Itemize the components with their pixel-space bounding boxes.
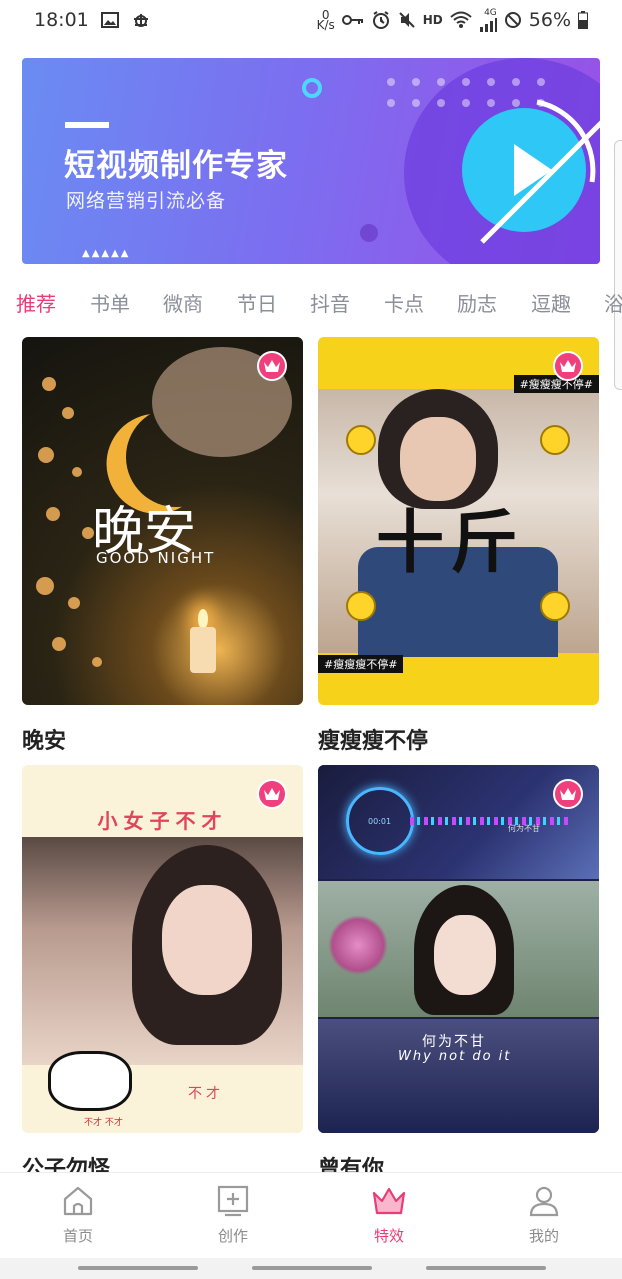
battery-percent: 56%: [528, 9, 571, 31]
system-nav-bar: [0, 1258, 622, 1279]
bottom-nav: 首页 创作 特效 我的: [0, 1172, 622, 1258]
overlay-small-text: 不才 不才: [84, 1118, 123, 1128]
panda-meme-sticker: [48, 1051, 132, 1111]
wifi-icon: [450, 11, 472, 29]
tab-funny[interactable]: 逗趣: [531, 288, 571, 317]
smiley-icon: [346, 425, 376, 455]
nav-create[interactable]: 创作: [193, 1183, 273, 1246]
template-card[interactable]: #瘦瘦瘦不停# #瘦瘦瘦不停# 十斤 瘦瘦瘦不停: [318, 337, 599, 755]
recents-gesture-pill[interactable]: [78, 1266, 198, 1270]
mute-icon: [398, 11, 416, 29]
flowers-decoration: [328, 915, 388, 975]
tab-douyin[interactable]: 抖音: [310, 288, 350, 317]
back-gesture-pill[interactable]: [426, 1266, 546, 1270]
tab-beat-sync[interactable]: 卡点: [384, 288, 424, 317]
banner-subtitle: 网络营销引流必备: [66, 190, 227, 212]
overlay-title: 小女子不才: [97, 809, 228, 833]
status-bar: 18:01 0 K/s HD 4G 56%: [0, 0, 622, 40]
tab-recommend[interactable]: 推荐: [16, 288, 56, 317]
photo-subject: [162, 885, 252, 995]
crown-icon: [349, 1183, 429, 1219]
nav-create-label: 创作: [217, 1227, 248, 1245]
vip-crown-icon: [257, 351, 287, 381]
vip-crown-icon: [553, 351, 583, 381]
template-card[interactable]: 小女子不才 不才 不才 不才 公子勿怪: [22, 765, 303, 1183]
tab-booklist[interactable]: 书单: [90, 288, 130, 317]
candle-flame: [198, 609, 208, 629]
overlay-title: 何为不甘: [422, 1034, 486, 1050]
candle: [190, 627, 216, 673]
overlay-tag-top: #瘦瘦瘦不停#: [513, 375, 599, 393]
banner-ring-decoration: [302, 78, 322, 98]
template-name: 晚安: [22, 729, 67, 754]
banner-title: 短视频制作专家: [64, 148, 288, 184]
nav-home[interactable]: 首页: [38, 1183, 118, 1246]
status-left: 18:01: [34, 9, 151, 31]
nav-effects[interactable]: 特效: [349, 1183, 429, 1246]
nav-profile-label: 我的: [528, 1227, 559, 1245]
home-icon: [38, 1183, 118, 1219]
template-card[interactable]: 晚安 GOOD NIGHT 晚安: [22, 337, 303, 755]
tab-more-partial[interactable]: 浴: [604, 288, 622, 317]
banner-dot-decoration: [360, 224, 378, 242]
tab-wechat-business[interactable]: 微商: [163, 288, 203, 317]
photo-subject: [434, 915, 496, 995]
alarm-icon: [371, 10, 391, 30]
user-icon: [504, 1183, 584, 1219]
cell-signal: 4G: [479, 7, 497, 32]
overlay-caption: 何为不甘: [508, 824, 540, 833]
tab-holiday[interactable]: 节日: [237, 288, 277, 317]
smiley-icon: [346, 591, 376, 621]
gallery-icon: [100, 12, 119, 28]
signal-bars-icon: [479, 17, 497, 32]
overlay-title: 十斤: [376, 504, 525, 583]
bug-icon: [131, 10, 151, 30]
template-name: 瘦瘦瘦不停: [318, 729, 429, 754]
network-type: 4G: [484, 7, 497, 18]
net-speed: 0 K/s: [316, 9, 335, 32]
template-thumbnail[interactable]: 00:01 何为不甘 何为不甘 Why not do it: [318, 765, 599, 1133]
nav-home-label: 首页: [62, 1227, 93, 1245]
audio-wave: [410, 817, 570, 825]
key-icon: [341, 13, 364, 27]
create-icon: [193, 1183, 273, 1219]
overlay-subtitle: Why not do it: [398, 1049, 512, 1064]
nav-profile[interactable]: 我的: [504, 1183, 584, 1246]
hd-label: HD: [422, 13, 443, 27]
edge-panel-handle[interactable]: [614, 140, 622, 390]
template-thumbnail[interactable]: 晚安 GOOD NIGHT: [22, 337, 303, 705]
overlay-time: 00:01: [368, 817, 392, 826]
play-icon: [442, 92, 600, 252]
status-right: 0 K/s HD 4G 56%: [316, 7, 588, 32]
vip-crown-icon: [257, 779, 287, 809]
template-thumbnail[interactable]: #瘦瘦瘦不停# #瘦瘦瘦不停# 十斤: [318, 337, 599, 705]
banner-bar-decoration: [65, 122, 109, 128]
template-thumbnail[interactable]: 小女子不才 不才 不才 不才: [22, 765, 303, 1133]
smiley-icon: [540, 425, 570, 455]
net-speed-unit: K/s: [316, 18, 335, 32]
overlay-subtitle: GOOD NIGHT: [96, 549, 216, 567]
status-time: 18:01: [34, 9, 89, 31]
template-card[interactable]: 00:01 何为不甘 何为不甘 Why not do it 曾有你: [318, 765, 599, 1183]
battery-icon: [578, 11, 588, 29]
overlay-subtitle: 不才: [188, 1086, 224, 1102]
smiley-icon: [540, 591, 570, 621]
vip-crown-icon: [553, 779, 583, 809]
overlay-tag-bottom: #瘦瘦瘦不停#: [318, 655, 404, 673]
block-icon: [504, 11, 522, 29]
promo-banner[interactable]: 短视频制作专家 网络营销引流必备 ▲▲▲▲▲: [22, 58, 600, 264]
home-gesture-pill[interactable]: [252, 1266, 372, 1270]
banner-arrows-decoration: ▲▲▲▲▲: [82, 248, 131, 259]
tab-inspirational[interactable]: 励志: [457, 288, 497, 317]
nav-effects-label: 特效: [373, 1227, 404, 1245]
category-tabs: 推荐 书单 微商 节日 抖音 卡点 励志 逗趣 浴: [0, 282, 622, 322]
